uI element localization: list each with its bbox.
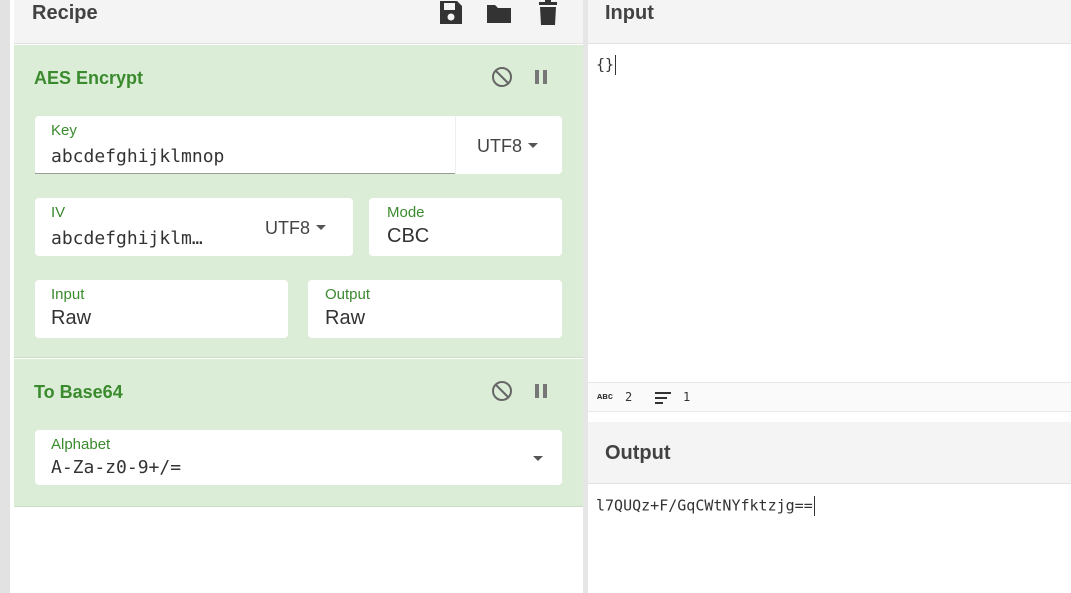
output-content: l7QUQz+F/GqCWtNYfktzjg==: [596, 496, 813, 515]
input-status-bar: ᴀʙᴄ 2 1: [588, 382, 1071, 412]
input-format-label: Input: [51, 286, 85, 303]
key-divider: [455, 116, 456, 174]
left-gutter: [0, 0, 14, 593]
iv-encoding-label: UTF8: [265, 218, 310, 238]
key-label: Key: [51, 122, 77, 139]
recipe-title: Recipe: [32, 2, 98, 24]
key-underline: [35, 173, 455, 174]
lines-icon: [655, 392, 671, 404]
output-title: Output: [605, 442, 671, 464]
input-format-value[interactable]: Raw: [51, 307, 91, 330]
pause-icon[interactable]: [529, 379, 553, 403]
length-icon: ᴀʙᴄ: [597, 391, 613, 401]
alphabet-value[interactable]: A-Za-z0-9+/=: [51, 457, 181, 478]
iv-field[interactable]: IV abcdefghijklm… UTF8: [35, 198, 353, 256]
input-title: Input: [605, 2, 654, 24]
input-lines: 1: [683, 390, 691, 404]
output-format-label: Output: [325, 286, 371, 303]
iv-encoding-dropdown[interactable]: UTF8: [265, 218, 326, 239]
text-cursor: [615, 55, 617, 75]
operation-title: AES Encrypt: [34, 68, 144, 88]
output-header: Output: [588, 422, 1071, 484]
key-field[interactable]: Key abcdefghijklmnop UTF8: [35, 116, 562, 174]
operation-to-base64[interactable]: To Base64 Alphabet A-Za-z0-9+/=: [14, 359, 583, 507]
key-encoding-dropdown[interactable]: UTF8: [477, 136, 538, 157]
mode-label: Mode: [387, 204, 425, 221]
operation-aes-encrypt[interactable]: AES Encrypt Key abcdefghijklmnop UTF8 IV…: [14, 45, 583, 358]
trash-icon[interactable]: [534, 0, 562, 26]
pause-icon[interactable]: [529, 65, 553, 89]
resize-bar[interactable]: [0, 0, 10, 593]
alphabet-dropdown-icon[interactable]: [533, 456, 543, 461]
iv-value[interactable]: abcdefghijklm…: [51, 228, 203, 249]
input-content: {}: [596, 55, 615, 74]
save-icon[interactable]: [437, 0, 465, 26]
output-format-field[interactable]: Output Raw: [308, 280, 562, 338]
operation-title: To Base64: [34, 382, 123, 402]
alphabet-field[interactable]: Alphabet A-Za-z0-9+/=: [35, 430, 562, 485]
text-cursor: [813, 496, 815, 516]
mode-field[interactable]: Mode CBC: [369, 198, 562, 256]
output-format-value[interactable]: Raw: [325, 307, 365, 330]
iv-label: IV: [51, 204, 66, 221]
mode-value[interactable]: CBC: [387, 225, 429, 248]
input-length: 2: [625, 390, 633, 404]
output-textarea[interactable]: l7QUQz+F/GqCWtNYfktzjg==: [596, 496, 815, 516]
alphabet-label: Alphabet: [51, 436, 111, 453]
folder-icon[interactable]: [485, 0, 513, 26]
key-value[interactable]: abcdefghijklmnop: [51, 146, 224, 167]
caret-down-icon: [528, 142, 538, 148]
recipe-header: Recipe: [14, 0, 583, 44]
input-format-field[interactable]: Input Raw: [35, 280, 288, 338]
recipe-panel: Recipe AES Encrypt Key abcdefghijklmnop: [14, 0, 583, 593]
caret-down-icon: [316, 224, 326, 230]
input-textarea[interactable]: {}: [596, 55, 617, 75]
key-encoding-label: UTF8: [477, 136, 522, 156]
io-panel: Input {} ᴀʙᴄ 2 1 Output l7QUQz+F/GqCWtNY…: [588, 0, 1071, 593]
disable-icon[interactable]: [490, 379, 514, 403]
input-header: Input: [588, 0, 1071, 44]
disable-icon[interactable]: [490, 65, 514, 89]
